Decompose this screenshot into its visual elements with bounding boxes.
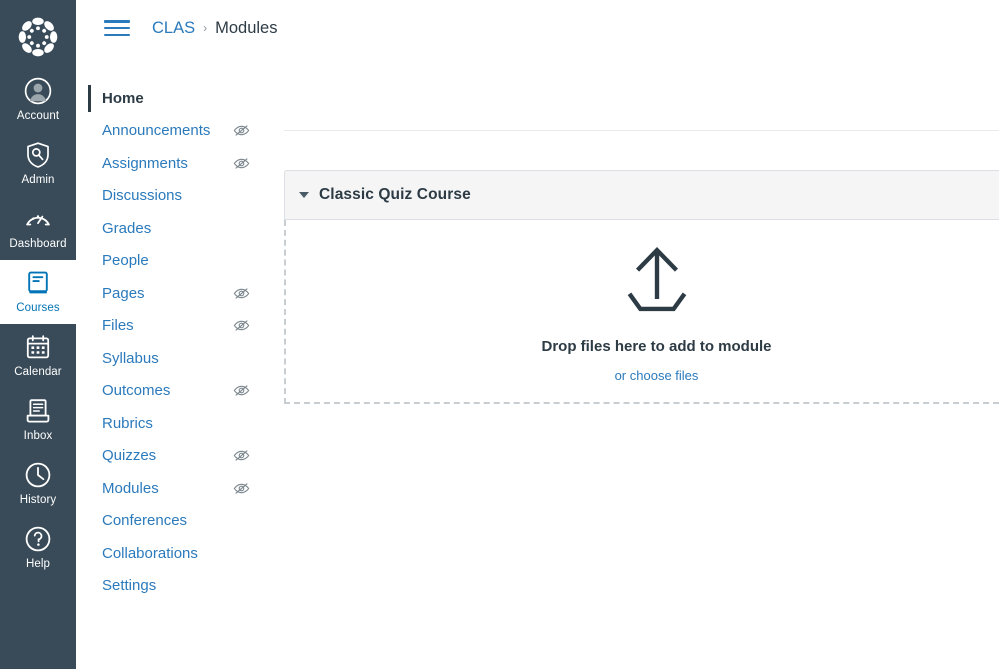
course-nav-label: Grades [102,219,152,237]
course-nav-label: Settings [102,577,157,595]
calendar-icon [24,333,52,361]
file-dropzone[interactable]: Drop files here to add to module or choo… [284,220,999,404]
global-nav-label: Dashboard [9,238,67,250]
module-title: Classic Quiz Course [319,186,471,203]
course-nav-label: Files [102,317,134,335]
inbox-tray-icon [24,397,52,425]
hidden-eye-icon [233,450,250,461]
hamburger-bar [104,33,130,36]
upload-arrow-icon [627,246,686,311]
course-nav-label: Collaborations [102,544,198,562]
course-nav-item-collaborations[interactable]: Collaborations [88,537,272,570]
course-nav-item-discussions[interactable]: Discussions [88,180,272,213]
hamburger-bar [104,20,130,23]
choose-files-link[interactable]: or choose files [615,368,699,383]
canvas-logo-button[interactable] [0,6,76,68]
main-content: Classic Quiz Course Drop files here to a… [272,56,999,669]
modules-list: Classic Quiz Course Drop files here to a… [284,170,999,404]
body-row: Home Announcements Assignments Discussio… [76,56,999,669]
course-nav-item-grades[interactable]: Grades [88,212,272,245]
global-nav-label: Inbox [23,430,53,442]
hidden-eye-icon [233,288,250,299]
global-nav-item-dashboard[interactable]: Dashboard [0,196,76,260]
course-nav-label: Modules [102,479,159,497]
course-nav-label: Assignments [102,154,188,172]
hidden-eye-icon [233,125,250,136]
global-nav-item-history[interactable]: History [0,452,76,516]
course-nav-label: Conferences [102,512,188,530]
course-nav-label: Quizzes [102,447,157,465]
global-nav-item-calendar[interactable]: Calendar [0,324,76,388]
global-nav-item-help[interactable]: Help [0,516,76,580]
breadcrumb-course-link[interactable]: CLAS [152,19,195,38]
course-nav-item-announcements[interactable]: Announcements [88,115,272,148]
book-icon [24,269,52,297]
global-nav-label: History [19,494,57,506]
clock-icon [24,461,52,489]
course-nav-item-people[interactable]: People [88,245,272,278]
global-nav-label: Calendar [14,366,62,378]
course-nav-label: Syllabus [102,349,159,367]
dropzone-instruction: Drop files here to add to module [541,337,772,355]
course-nav-label: Outcomes [102,382,171,400]
hamburger-bar [104,26,130,30]
hidden-eye-icon [233,158,250,169]
page-body: CLAS › Modules Home Announcements Assign… [76,0,999,669]
course-nav-label: People [102,252,149,270]
canvas-logo-icon [18,17,58,57]
top-header: CLAS › Modules [76,0,999,56]
course-nav-item-syllabus[interactable]: Syllabus [88,342,272,375]
global-navigation: Account Admin Dashboard Courses Calendar… [0,0,76,669]
global-nav-label: Admin [21,174,55,186]
module-header[interactable]: Classic Quiz Course [284,170,999,220]
question-circle-icon [24,525,52,553]
course-nav-label: Pages [102,284,145,302]
course-nav-item-conferences[interactable]: Conferences [88,505,272,538]
global-nav-label: Account [16,110,60,122]
course-nav-item-home[interactable]: Home [88,82,272,115]
course-nav-item-modules[interactable]: Modules [88,472,272,505]
course-nav-label: Discussions [102,187,183,205]
content-divider [284,130,999,131]
global-nav-item-admin[interactable]: Admin [0,132,76,196]
breadcrumb-current-page: Modules [215,18,278,37]
global-nav-item-inbox[interactable]: Inbox [0,388,76,452]
global-nav-label: Courses [16,302,60,314]
dashboard-gauge-icon [24,205,52,233]
hidden-eye-icon [233,385,250,396]
shield-wrench-icon [24,141,52,169]
canvas-app: Account Admin Dashboard Courses Calendar… [0,0,999,669]
caret-down-icon[interactable] [299,192,309,198]
course-nav-item-outcomes[interactable]: Outcomes [88,375,272,408]
global-nav-label: Help [25,558,51,570]
hidden-eye-icon [233,483,250,494]
course-nav-label: Announcements [102,122,211,140]
course-nav-item-quizzes[interactable]: Quizzes [88,440,272,473]
global-nav-item-account[interactable]: Account [0,68,76,132]
hamburger-menu-icon[interactable] [104,18,130,38]
course-nav-label: Rubrics [102,414,153,432]
course-nav-item-rubrics[interactable]: Rubrics [88,407,272,440]
course-nav-item-pages[interactable]: Pages [88,277,272,310]
user-avatar-icon [24,77,52,105]
hidden-eye-icon [233,320,250,331]
course-navigation: Home Announcements Assignments Discussio… [76,56,272,669]
course-nav-label: Home [102,89,144,107]
course-nav-item-assignments[interactable]: Assignments [88,147,272,180]
course-nav-item-files[interactable]: Files [88,310,272,343]
course-nav-item-settings[interactable]: Settings [88,570,272,603]
breadcrumb-separator-icon: › [203,21,208,35]
breadcrumb: CLAS › Modules [152,19,277,38]
global-nav-item-courses[interactable]: Courses [0,260,76,324]
